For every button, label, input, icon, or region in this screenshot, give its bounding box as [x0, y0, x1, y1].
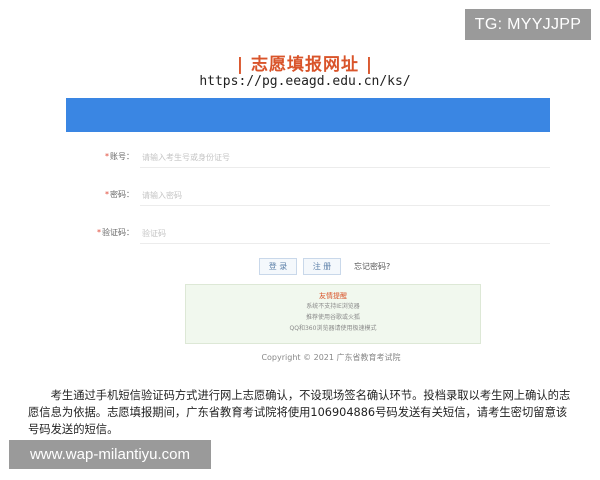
header-banner [66, 98, 550, 132]
account-label: *账号： [105, 152, 134, 161]
password-row: *密码： [90, 186, 550, 208]
notice-line: 系统不支持IE浏览器 [306, 303, 360, 310]
portal-title: | 志愿填报网址 | [236, 55, 374, 75]
article-paragraph: 考生通过手机短信验证码方式进行网上志愿确认，不设现场签名确认环节。投档录取以考生… [28, 389, 571, 436]
captcha-input[interactable] [140, 224, 550, 244]
tg-watermark-badge: TG: MYYJJPP [465, 9, 591, 40]
forgot-password-link[interactable]: 忘记密码? [354, 261, 390, 272]
captcha-label: *验证码： [97, 228, 134, 237]
login-button[interactable]: 登 录 [259, 258, 297, 275]
required-star: * [105, 190, 109, 199]
notice-line: 推荐使用谷歌或火狐 [305, 314, 360, 321]
portal-url[interactable]: https://pg.eeagd.edu.cn/ks/ [0, 74, 600, 89]
required-star: * [105, 152, 109, 161]
account-input[interactable] [140, 148, 550, 168]
required-star: * [97, 228, 101, 237]
password-input[interactable] [140, 186, 550, 206]
account-row: *账号： [90, 148, 550, 170]
copyright-text: Copyright © 2021 广东省教育考试院 [261, 353, 401, 362]
notice-title: 友情提醒 [319, 292, 347, 300]
captcha-row: *验证码： [90, 224, 550, 246]
password-label: *密码： [105, 190, 134, 199]
notice-box: 友情提醒 系统不支持IE浏览器 推荐使用谷歌或火狐 QQ和360浏览器请使用极速… [185, 284, 481, 344]
register-button[interactable]: 注 册 [303, 258, 341, 275]
site-watermark: www.wap-milantiyu.com [9, 440, 211, 469]
notice-line: QQ和360浏览器请使用极速模式 [289, 325, 377, 332]
